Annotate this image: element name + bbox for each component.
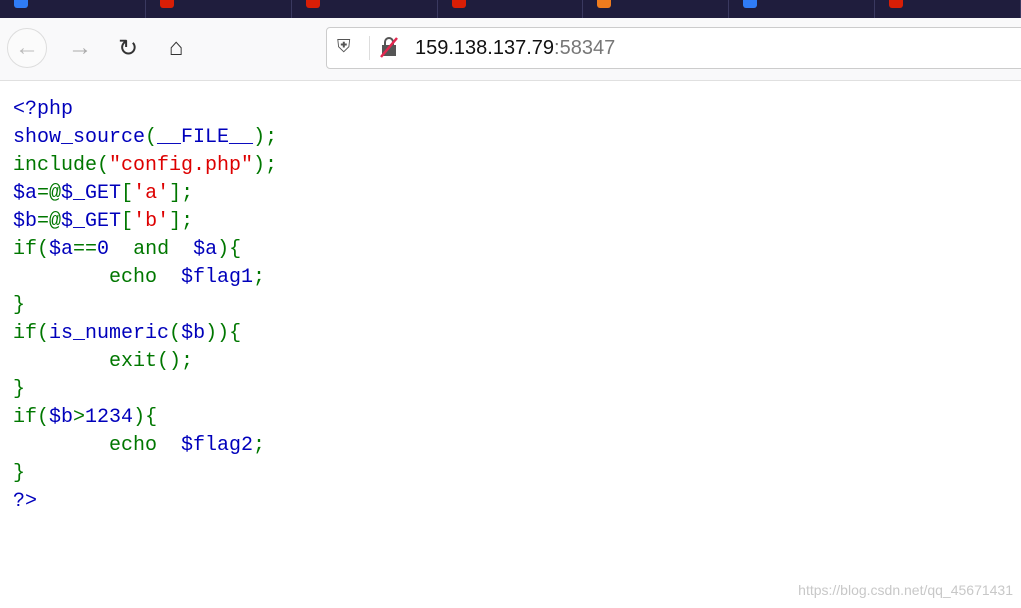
code-token: 1234 bbox=[85, 406, 134, 429]
browser-tab[interactable] bbox=[292, 0, 438, 18]
tab-strip bbox=[0, 0, 1021, 18]
forward-button[interactable]: → bbox=[60, 28, 100, 68]
code-token: } bbox=[13, 462, 26, 485]
code-line: ?> bbox=[13, 488, 277, 516]
code-token: > bbox=[73, 406, 86, 429]
code-token: =@ bbox=[37, 182, 62, 205]
insecure-lock-icon[interactable] bbox=[379, 36, 399, 58]
code-token: ){ bbox=[133, 406, 158, 429]
code-line: if(is_numeric($b)){ bbox=[13, 320, 277, 348]
code-line: echo $flag2; bbox=[13, 432, 277, 460]
code-token: if( bbox=[13, 406, 50, 429]
code-token: == bbox=[73, 238, 98, 261]
watermark: https://blog.csdn.net/qq_45671431 bbox=[798, 582, 1013, 598]
code-token: $flag2 bbox=[181, 434, 254, 457]
code-line: show_source(__FILE__); bbox=[13, 124, 277, 152]
code-token: [ bbox=[121, 210, 134, 233]
divider bbox=[369, 36, 370, 60]
tab-favicon-icon bbox=[159, 0, 174, 8]
code-line: } bbox=[13, 460, 277, 488]
arrow-right-icon: → bbox=[68, 34, 92, 61]
code-line: include("config.php"); bbox=[13, 152, 277, 180]
code-line: echo $flag1; bbox=[13, 264, 277, 292]
code-line: $a=@$_GET['a']; bbox=[13, 180, 277, 208]
browser-tab[interactable] bbox=[729, 0, 876, 18]
tab-favicon-icon bbox=[889, 0, 904, 8]
back-button[interactable]: ← bbox=[7, 28, 47, 68]
code-token: ?> bbox=[13, 490, 38, 513]
code-token: ); bbox=[253, 154, 278, 177]
code-token: } bbox=[13, 294, 26, 317]
tab-favicon-icon bbox=[451, 0, 466, 8]
browser-tab[interactable] bbox=[146, 0, 292, 18]
tab-favicon-icon bbox=[743, 0, 758, 8]
code-line: } bbox=[13, 292, 277, 320]
code-token: ]; bbox=[169, 182, 194, 205]
code-token: ); bbox=[253, 126, 278, 149]
browser-tab[interactable] bbox=[583, 0, 730, 18]
tracking-protection-shield-icon[interactable]: ⛨ bbox=[337, 36, 351, 57]
browser-tab[interactable] bbox=[875, 0, 1021, 18]
url-text: 159.138.137.79:58347 bbox=[415, 37, 615, 60]
code-token: 'a' bbox=[133, 182, 170, 205]
code-token: and bbox=[109, 238, 194, 261]
code-token: $b bbox=[181, 322, 206, 345]
reload-button[interactable]: ↻ bbox=[108, 28, 148, 68]
code-token: $a bbox=[193, 238, 218, 261]
code-token: include( bbox=[13, 154, 110, 177]
code-token: $a bbox=[13, 182, 38, 205]
code-token: )){ bbox=[205, 322, 242, 345]
url-host: 159.138.137.79 bbox=[415, 37, 555, 59]
code-token: ; bbox=[253, 434, 266, 457]
tab-favicon-icon bbox=[597, 0, 612, 8]
code-line: <?php bbox=[13, 96, 277, 124]
code-token: 0 bbox=[97, 238, 110, 261]
code-token: $flag1 bbox=[181, 266, 254, 289]
code-token: exit(); bbox=[13, 350, 194, 373]
code-line: } bbox=[13, 376, 277, 404]
code-token: [ bbox=[121, 182, 134, 205]
address-bar[interactable]: ⛨ 159.138.137.79:58347 bbox=[326, 27, 1021, 69]
code-token: __FILE__ bbox=[157, 126, 254, 149]
code-token: 'b' bbox=[133, 210, 170, 233]
code-token: ( bbox=[169, 322, 182, 345]
reload-icon: ↻ bbox=[117, 34, 139, 62]
code-line: exit(); bbox=[13, 348, 277, 376]
code-token: echo bbox=[13, 266, 182, 289]
arrow-left-icon: ← bbox=[15, 34, 39, 61]
code-line: if($b>1234){ bbox=[13, 404, 277, 432]
code-token: $b bbox=[13, 210, 38, 233]
home-button[interactable]: ⌂ bbox=[156, 28, 196, 68]
tab-favicon-icon bbox=[14, 0, 28, 8]
url-port: :58347 bbox=[554, 37, 616, 59]
code-token: if( bbox=[13, 322, 50, 345]
browser-tab[interactable] bbox=[438, 0, 584, 18]
code-token: =@ bbox=[37, 210, 62, 233]
code-token: <?php bbox=[13, 98, 74, 121]
php-source: <?php show_source(__FILE__); include("conf… bbox=[13, 96, 277, 516]
code-line: $b=@$_GET['b']; bbox=[13, 208, 277, 236]
code-token: ]; bbox=[169, 210, 194, 233]
code-token: $a bbox=[49, 238, 74, 261]
code-token: $b bbox=[49, 406, 74, 429]
code-token: "config.php" bbox=[109, 154, 254, 177]
home-icon: ⌂ bbox=[168, 34, 184, 61]
tab-favicon-icon bbox=[305, 0, 320, 8]
navigation-toolbar: ← → ↻ ⌂ ⛨ 159.138.137.79:58347 bbox=[0, 18, 1021, 81]
code-token: $_GET bbox=[61, 210, 122, 233]
code-token: show_source bbox=[13, 126, 146, 149]
code-token: ; bbox=[253, 266, 266, 289]
code-token: $_GET bbox=[61, 182, 122, 205]
code-line: if($a==0 and $a){ bbox=[13, 236, 277, 264]
code-token: ){ bbox=[217, 238, 242, 261]
code-token: } bbox=[13, 378, 26, 401]
code-token: if( bbox=[13, 238, 50, 261]
code-token: ( bbox=[145, 126, 158, 149]
code-token: is_numeric bbox=[49, 322, 170, 345]
browser-tab[interactable] bbox=[0, 0, 146, 18]
code-token: echo bbox=[13, 434, 182, 457]
